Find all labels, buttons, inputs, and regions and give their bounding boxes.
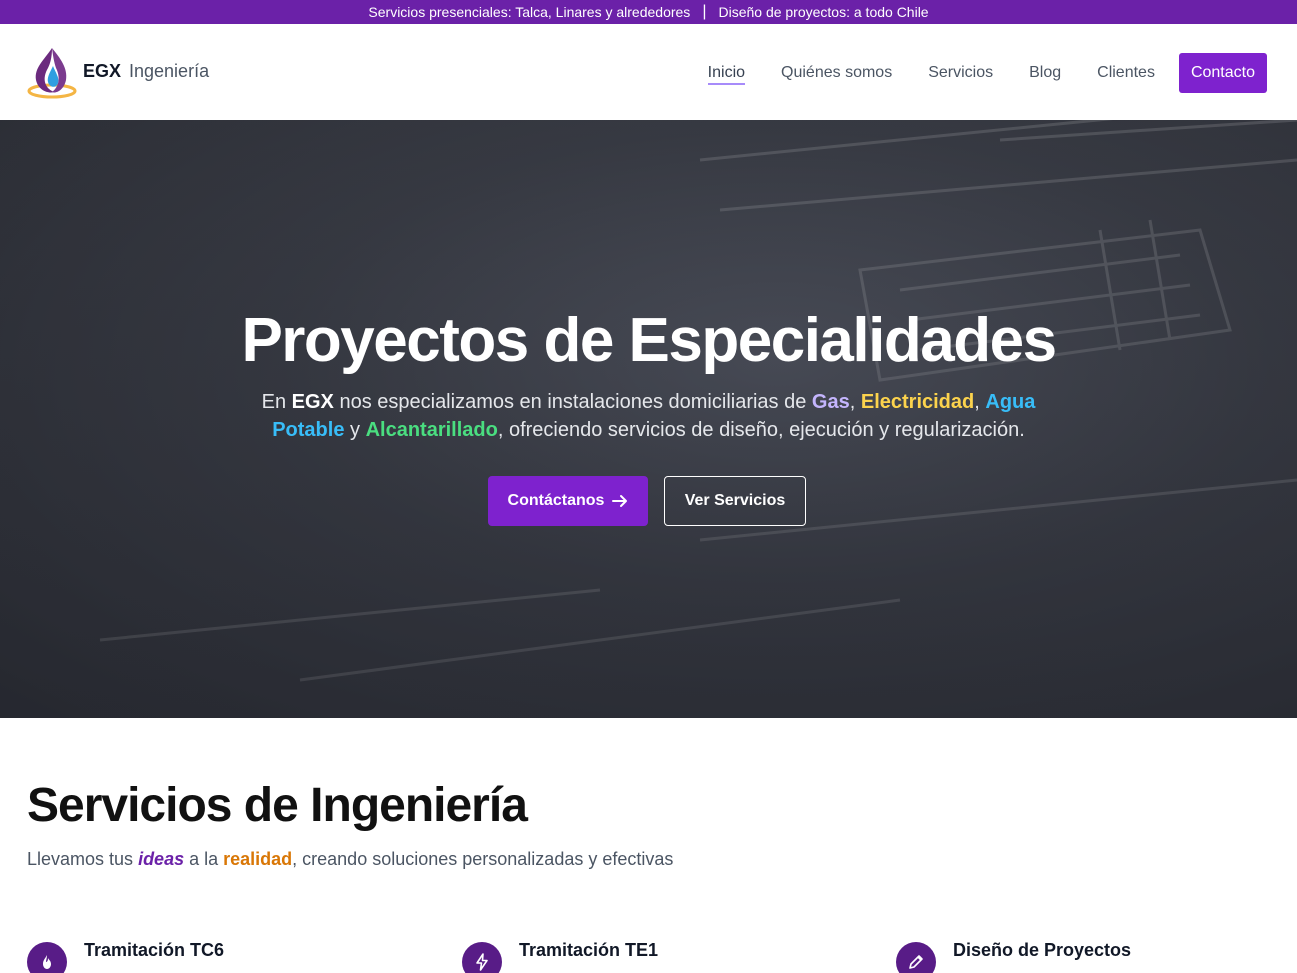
service-label: Diseño de Proyectos: [953, 940, 1132, 960]
flame-icon: [27, 942, 67, 973]
arrow-right-icon: [612, 495, 628, 507]
contact-cta-label: Contáctanos: [507, 492, 605, 509]
hero-text-part: nos especializamos en instalaciones domi…: [333, 391, 812, 413]
hero-egx: EGX: [291, 391, 334, 413]
nav-blog[interactable]: Blog: [1029, 64, 1061, 82]
hero-alcantarillado: Alcantarillado: [365, 419, 498, 441]
nav-quienes-somos[interactable]: Quiénes somos: [781, 64, 892, 82]
hero-text-part: ,: [849, 391, 861, 413]
services-title: Servicios de Ingeniería: [27, 779, 528, 832]
service-label: Tramitación TC6: [84, 940, 225, 960]
hero-title: Proyectos de Especialidades: [241, 306, 1057, 375]
announcement-local: Servicios presenciales: Talca, Linares y…: [368, 4, 691, 20]
services-subtitle-ideas: ideas: [138, 849, 185, 869]
contact-nav-button[interactable]: Contacto: [1178, 53, 1267, 93]
services-subtitle-part: a la: [184, 849, 224, 869]
pencil-icon: [896, 942, 936, 973]
brand-suffix: Ingeniería: [129, 61, 210, 81]
brand-name[interactable]: EGX Ingeniería: [83, 61, 209, 82]
hero-text-part: ,: [974, 391, 986, 413]
announcement-separator: |: [702, 3, 707, 20]
announcement-national: Diseño de proyectos: a todo Chile: [718, 4, 929, 20]
bolt-icon: [462, 942, 502, 973]
services-subtitle-part: , creando soluciones personalizadas y ef…: [292, 849, 674, 869]
service-item-diseno[interactable]: Diseño de Proyectos: [896, 940, 1131, 973]
announcement-bar: Servicios presenciales: Talca, Linares y…: [0, 0, 1297, 24]
service-item-te1[interactable]: Tramitación TE1: [462, 940, 658, 973]
services-subtitle: Llevamos tus ideas a la realidad, creand…: [27, 849, 673, 870]
view-services-button[interactable]: Ver Servicios: [664, 476, 806, 526]
service-label: Tramitación TE1: [519, 940, 659, 960]
nav-inicio[interactable]: Inicio: [707, 64, 746, 85]
hero-text-part: , ofreciendo servicios de diseño, ejecuc…: [497, 419, 1025, 441]
hero-text-part: En: [261, 391, 292, 413]
services-subtitle-realidad: realidad: [223, 849, 293, 869]
hero-description: En EGX nos especializamos en instalacion…: [230, 388, 1067, 444]
nav-clientes[interactable]: Clientes: [1097, 64, 1155, 82]
flame-drop-logo[interactable]: [26, 44, 78, 100]
main-nav: Inicio Quiénes somos Servicios Blog Clie…: [672, 53, 1267, 93]
nav-servicios[interactable]: Servicios: [928, 64, 993, 82]
hero-section: Proyectos de Especialidades En EGX nos e…: [0, 120, 1297, 718]
hero-text-part: y: [344, 419, 366, 441]
hero-electricidad: Electricidad: [860, 391, 975, 413]
hero-gas: Gas: [811, 391, 850, 413]
contact-cta-button[interactable]: Contáctanos: [488, 476, 648, 526]
services-subtitle-part: Llevamos tus: [27, 849, 139, 869]
brand-egx: EGX: [83, 61, 122, 81]
site-header: EGX Ingeniería Inicio Quiénes somos Serv…: [0, 24, 1297, 120]
service-item-tc6[interactable]: Tramitación TC6: [27, 940, 224, 973]
